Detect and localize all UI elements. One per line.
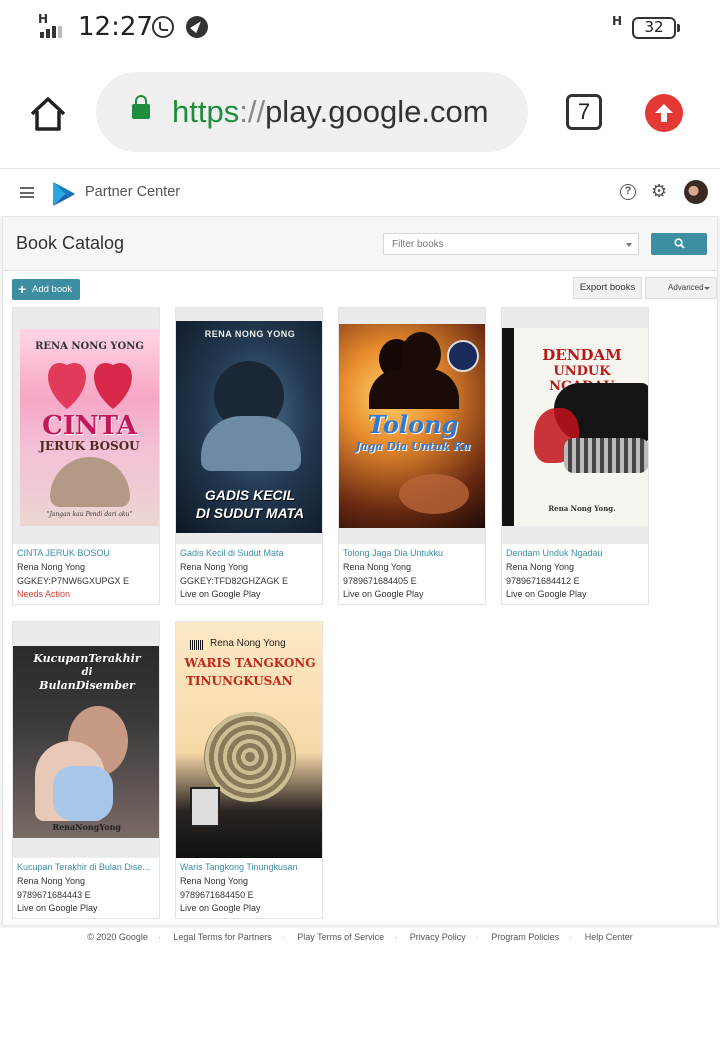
page-title: Book Catalog: [16, 233, 125, 253]
book-cover[interactable]: Tolong Jaga Dia Untuk Ku: [339, 324, 485, 528]
home-icon[interactable]: [28, 94, 68, 134]
book-id: 9789671684405 E: [343, 576, 417, 586]
tab-switcher-button[interactable]: 7: [566, 94, 602, 130]
footer-copyright: © 2020 Google: [87, 932, 148, 942]
cover-subtitle: TINUNGKUSAN: [186, 674, 293, 688]
search-icon: [674, 238, 685, 249]
cover-author: Rena Nong Yong: [210, 638, 286, 649]
plus-icon: +: [18, 281, 27, 297]
browser-toolbar: https://play.google.com 7: [0, 56, 720, 168]
cover-tagline: "Jangan kau Pendi dari aku": [46, 511, 133, 518]
book-cover[interactable]: KucupanTerakhir di BulanDisember RenaNon…: [13, 646, 159, 838]
url-text[interactable]: https://play.google.com: [172, 94, 489, 130]
cover-title: WARIS TANGKONG: [184, 656, 316, 670]
network-type-left: H: [38, 12, 49, 26]
book-author: Rena Nong Yong: [180, 562, 249, 572]
menu-icon[interactable]: [20, 187, 34, 198]
book-card[interactable]: Tolong Jaga Dia Untuk Ku Tolong Jaga Dia…: [338, 307, 486, 605]
book-card[interactable]: RENA NONG YONG GADIS KECIL DI SUDUT MATA…: [175, 307, 323, 605]
url-bar[interactable]: https://play.google.com: [96, 72, 528, 152]
book-title-link[interactable]: Kucupan Terakhir di Bulan Dise...: [17, 862, 157, 872]
main-content: Book Catalog Filter books + Add book Expo…: [0, 216, 720, 928]
whatsapp-icon: [152, 16, 174, 38]
cover-title: DENDAM: [542, 346, 622, 364]
cover-title: KucupanTerakhir: [33, 652, 141, 665]
navigation-icon: [186, 16, 208, 38]
book-id: 9789671684443 E: [17, 890, 91, 900]
advanced-button[interactable]: Advanced: [645, 277, 717, 299]
footer: © 2020 Google · Legal Terms for Partners ·…: [0, 928, 720, 1053]
gear-icon[interactable]: ⚙: [651, 183, 667, 201]
book-id: GGKEY:TFD82GHZAGK E: [180, 576, 289, 586]
cover-author: RENA NONG YONG: [35, 341, 144, 352]
catalog-header: Book Catalog Filter books: [3, 217, 717, 271]
app-title: Partner Center: [85, 184, 181, 200]
footer-links: © 2020 Google · Legal Terms for Partners ·…: [87, 932, 633, 942]
book-author: Rena Nong Yong: [343, 562, 412, 572]
cover-title: GADIS KECIL: [204, 487, 296, 503]
book-title-link[interactable]: CINTA JERUK BOSOU: [17, 548, 157, 558]
cover-title: Tolong: [367, 410, 459, 439]
status-badge: Live on Google Play: [506, 589, 587, 599]
book-cover[interactable]: RENA NONG YONG GADIS KECIL DI SUDUT MATA: [176, 321, 322, 533]
google-play-logo-icon: [53, 182, 75, 206]
status-badge: Needs Action: [17, 589, 71, 599]
book-title-link[interactable]: Waris Tangkong Tinungkusan: [180, 862, 320, 872]
clock: 12:27: [78, 12, 153, 42]
filter-books-dropdown[interactable]: Filter books: [383, 233, 639, 255]
book-cover[interactable]: RENA NONG YONG CINTA JERUK BOSOU "Jangan…: [20, 329, 159, 526]
cover-author: Rena Nong Yong.: [548, 504, 616, 513]
cover-title: CINTA: [42, 411, 137, 441]
status-bar: H 12:27 H 32: [0, 0, 720, 56]
status-badge: Live on Google Play: [180, 903, 261, 913]
book-card[interactable]: Rena Nong Yong WARIS TANGKONG TINUNGKUSA…: [175, 621, 323, 919]
book-author: Rena Nong Yong: [17, 876, 86, 886]
cover-subtitle: JERUK BOSOU: [39, 439, 140, 453]
book-card[interactable]: RENA NONG YONG CINTA JERUK BOSOU "Jangan…: [12, 307, 160, 605]
book-cover[interactable]: Rena Nong Yong WARIS TANGKONG TINUNGKUSA…: [176, 622, 322, 858]
footer-link-legal-terms[interactable]: Legal Terms for Partners: [173, 932, 271, 942]
export-books-button[interactable]: Export books: [573, 277, 642, 299]
book-card[interactable]: DENDAM UNDUK NGADAU Rena Nong Yong. Dend…: [501, 307, 649, 605]
partner-center-header: Partner Center ? ⚙: [0, 168, 720, 216]
book-title-link[interactable]: Tolong Jaga Dia Untukku: [343, 548, 483, 558]
book-id: GGKEY:P7NW6GXUPGX E: [17, 576, 130, 586]
book-title-link[interactable]: Gadis Kecil di Sudut Mata: [180, 548, 320, 558]
status-badge: Live on Google Play: [17, 903, 98, 913]
book-card[interactable]: KucupanTerakhir di BulanDisember RenaNon…: [12, 621, 160, 919]
battery-icon: 32: [632, 17, 680, 39]
network-type-right: H: [612, 14, 623, 28]
cover-author: RENA NONG YONG: [204, 329, 296, 339]
cover-author: RenaNongYong: [52, 822, 121, 832]
lock-icon: [132, 95, 150, 119]
book-author: Rena Nong Yong: [506, 562, 575, 572]
book-author: Rena Nong Yong: [180, 876, 249, 886]
footer-link-program-policies[interactable]: Program Policies: [491, 932, 559, 942]
book-cover[interactable]: DENDAM UNDUK NGADAU Rena Nong Yong.: [502, 328, 648, 526]
signal-icon: [40, 26, 62, 38]
book-id: 9789671684412 E: [506, 576, 580, 586]
catalog-panel: Book Catalog Filter books + Add book Expo…: [2, 216, 718, 926]
book-id: 9789671684450 E: [180, 890, 254, 900]
footer-link-help-center[interactable]: Help Center: [585, 932, 633, 942]
book-title-link[interactable]: Dendam Unduk Ngadau: [506, 548, 646, 558]
add-book-button[interactable]: + Add book: [12, 279, 80, 300]
cover-subtitle: BulanDisember: [39, 679, 135, 692]
book-author: Rena Nong Yong: [17, 562, 86, 572]
footer-link-privacy[interactable]: Privacy Policy: [410, 932, 466, 942]
cover-title-mid: di: [81, 667, 93, 678]
update-icon[interactable]: [645, 94, 683, 132]
status-badge: Live on Google Play: [343, 589, 424, 599]
status-badge: Live on Google Play: [180, 589, 261, 599]
footer-link-play-terms[interactable]: Play Terms of Service: [297, 932, 384, 942]
help-icon[interactable]: ?: [620, 184, 636, 200]
cover-subtitle: Jaga Dia Untuk Ku: [355, 440, 471, 453]
cover-subtitle: DI SUDUT MATA: [195, 505, 305, 521]
avatar[interactable]: [684, 180, 708, 204]
search-button[interactable]: [651, 233, 707, 255]
